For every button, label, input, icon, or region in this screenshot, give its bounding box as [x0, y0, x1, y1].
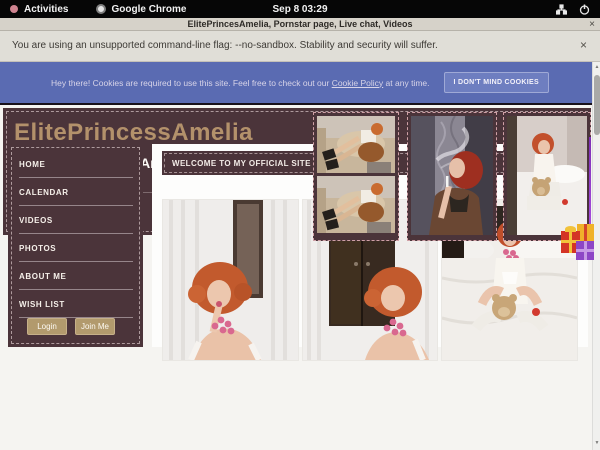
- header-photo-smoking[interactable]: [407, 112, 497, 241]
- sidebar-item-wish-list[interactable]: WISH LIST: [19, 290, 133, 318]
- scrollbar-thumb[interactable]: [594, 75, 600, 135]
- scroll-down-icon[interactable]: ▼: [593, 438, 600, 448]
- clock[interactable]: Sep 8 03:29: [0, 4, 600, 15]
- window-title: ElitePrincesAmelia, Pornstar page, Live …: [0, 19, 600, 29]
- join-me-button[interactable]: Join Me: [75, 318, 115, 335]
- welcome-heading: WELCOME TO MY OFFICIAL SITE: [172, 159, 311, 168]
- gnome-top-bar: Activities Google Chrome Sep 8 03:29: [0, 0, 600, 18]
- cookie-message-prefix: Hey there! Cookies are required to use t…: [51, 78, 332, 88]
- cookie-message: Hey there! Cookies are required to use t…: [51, 78, 429, 88]
- cookie-message-suffix: at any time.: [383, 78, 429, 88]
- sidebar-item-calendar[interactable]: CALENDAR: [19, 178, 133, 206]
- gift-box-purple: [576, 241, 594, 260]
- cookie-accept-button[interactable]: I DON'T MIND COOKIES: [444, 72, 549, 93]
- sidebar-item-photos[interactable]: PHOTOS: [19, 234, 133, 262]
- bed-scene: [507, 116, 587, 235]
- window-close-icon[interactable]: ×: [589, 18, 595, 31]
- sidebar-item-home[interactable]: HOME: [19, 150, 133, 178]
- unsupported-flag-infobar: You are using an unsupported command-lin…: [0, 31, 600, 62]
- sidebar-item-about-me[interactable]: ABOUT ME: [19, 262, 133, 290]
- couch-scene-top: [317, 116, 395, 173]
- gift-icon[interactable]: [560, 222, 598, 264]
- power-icon[interactable]: [579, 4, 590, 15]
- network-icon[interactable]: [556, 4, 567, 15]
- header-photo-couch[interactable]: [313, 112, 399, 241]
- smoking-scene: [411, 116, 493, 235]
- scroll-up-icon[interactable]: ▲: [593, 62, 600, 72]
- login-button[interactable]: Login: [27, 318, 67, 335]
- infobar-message: You are using an unsupported command-lin…: [12, 40, 438, 51]
- sidebar-item-videos[interactable]: VIDEOS: [19, 206, 133, 234]
- window-titlebar[interactable]: ElitePrincesAmelia, Pornstar page, Live …: [0, 18, 600, 31]
- curtain-portrait-scene: [163, 200, 298, 360]
- gallery-photo-curtain[interactable]: [163, 200, 298, 360]
- sidebar-nav: HOME CALENDAR VIDEOS PHOTOS ABOUT ME WIS…: [8, 144, 143, 347]
- couch-scene-bottom: [317, 176, 395, 233]
- gift-ribbon-line: [589, 137, 591, 232]
- infobar-close-icon[interactable]: ×: [580, 38, 587, 52]
- cookie-consent-bar: Hey there! Cookies are required to use t…: [0, 62, 600, 103]
- site-title: ElitePrincessAmelia: [14, 119, 253, 147]
- cookie-policy-link[interactable]: Cookie Policy: [332, 78, 384, 88]
